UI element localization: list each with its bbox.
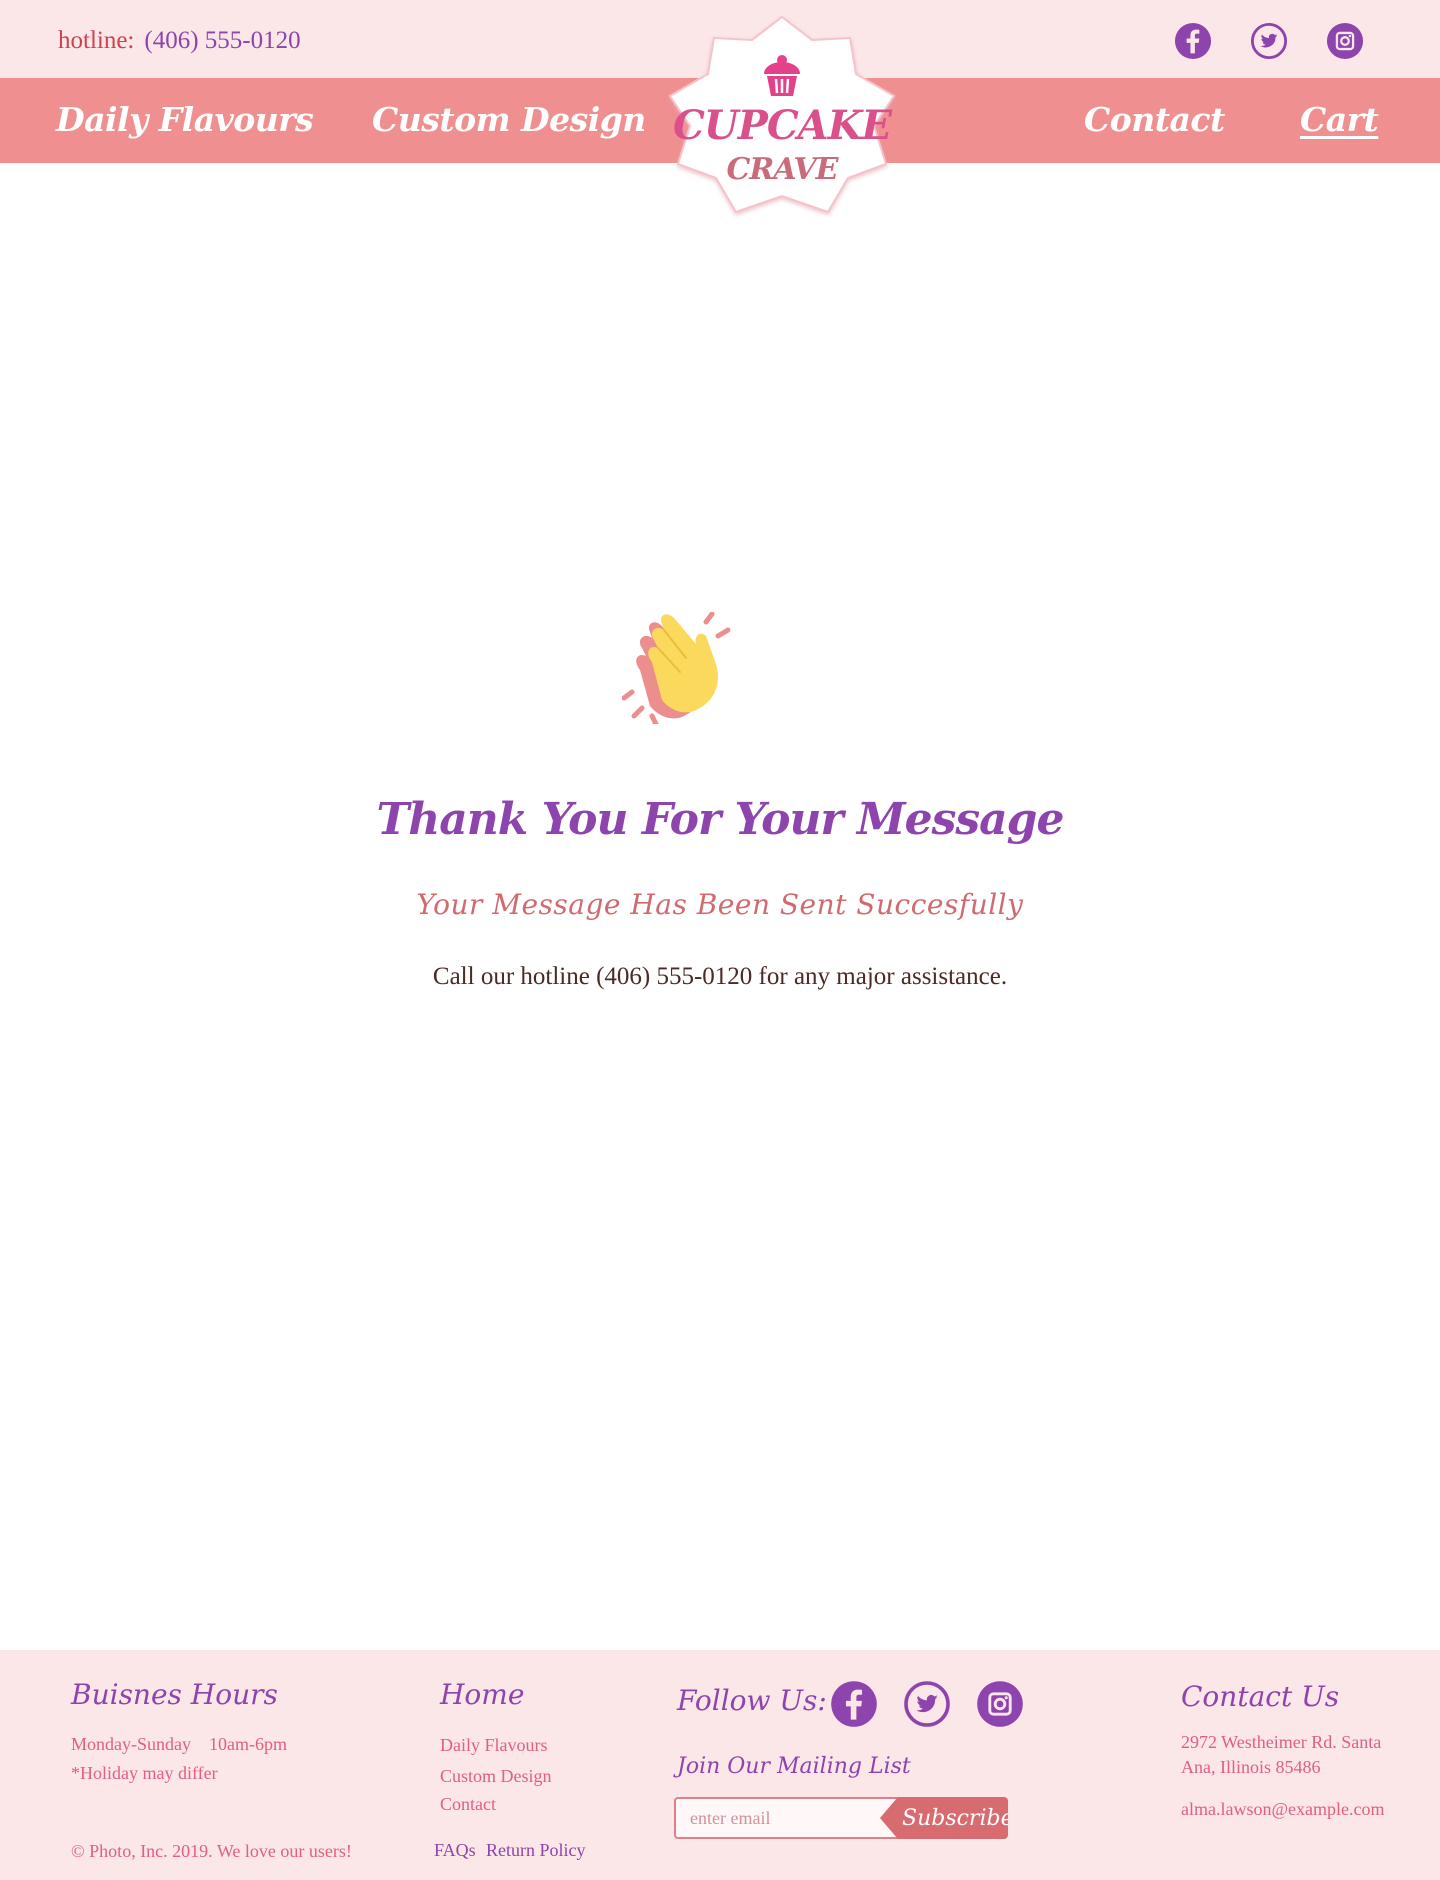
nav-daily-flavours[interactable]: Daily Flavours (56, 100, 314, 139)
footer-hours-days: Monday-Sunday (71, 1734, 191, 1754)
footer-hours-time: 10am-6pm (209, 1734, 287, 1754)
nav-custom-design[interactable]: Custom Design (372, 100, 646, 139)
twitter-icon[interactable] (1250, 22, 1288, 60)
instagram-icon[interactable] (1326, 22, 1364, 60)
footer-address-line1: 2972 Westheimer Rd. Santa (1181, 1732, 1382, 1752)
mailing-list-form: Subscribe (674, 1797, 1008, 1839)
footer-hours-heading: Buisnes Hours (71, 1678, 278, 1711)
footer-link-daily-flavours[interactable]: Daily Flavours (440, 1735, 548, 1756)
footer-follow-heading: Follow Us: (677, 1684, 827, 1717)
twitter-icon[interactable] (903, 1680, 951, 1728)
hotline-number[interactable]: (406) 555-0120 (144, 27, 300, 54)
header-social-links (1174, 22, 1364, 60)
footer-address-line2: Ana, Illinois 85486 (1181, 1757, 1321, 1777)
hotline: hotline: (406) 555-0120 (58, 27, 301, 55)
footer-contact-heading: Contact Us (1181, 1680, 1340, 1713)
footer: Buisnes Hours Monday-Sunday 10am-6pm *Ho… (0, 1650, 1440, 1880)
page-subtitle: Your Message Has Been Sent Succesfully (416, 888, 1024, 921)
clapping-hands-icon (622, 612, 731, 724)
footer-hours-note: *Holiday may differ (71, 1763, 218, 1783)
nav-cart[interactable]: Cart (1300, 100, 1379, 139)
footer-mailing-heading: Join Our Mailing List (677, 1754, 911, 1779)
footer-link-custom-design[interactable]: Custom Design (440, 1766, 552, 1787)
nav-contact[interactable]: Contact (1084, 100, 1225, 139)
logo-text-crave: CRAVE (726, 152, 838, 187)
footer-link-return-policy[interactable]: Return Policy (486, 1840, 586, 1861)
logo-badge[interactable]: CUPCAKE CRAVE (664, 14, 900, 222)
facebook-icon[interactable] (830, 1680, 878, 1728)
facebook-icon[interactable] (1174, 22, 1212, 60)
cupcake-icon (764, 55, 800, 96)
instagram-icon[interactable] (976, 1680, 1024, 1728)
hotline-label: hotline: (58, 27, 135, 54)
assistance-note: Call our hotline (406) 555-0120 for any … (432, 963, 1008, 990)
subscribe-button[interactable]: Subscribe (880, 1797, 1008, 1839)
logo-text-cupcake: CUPCAKE (673, 102, 892, 149)
footer-email-link[interactable]: alma.lawson@example.com (1181, 1799, 1385, 1820)
footer-home-heading[interactable]: Home (440, 1678, 524, 1711)
footer-link-contact[interactable]: Contact (440, 1794, 496, 1815)
footer-copyright: © Photo, Inc. 2019. We love our users! (71, 1841, 352, 1861)
page-title: Thank You For Your Message (376, 794, 1065, 845)
footer-link-faqs[interactable]: FAQs (434, 1840, 476, 1861)
